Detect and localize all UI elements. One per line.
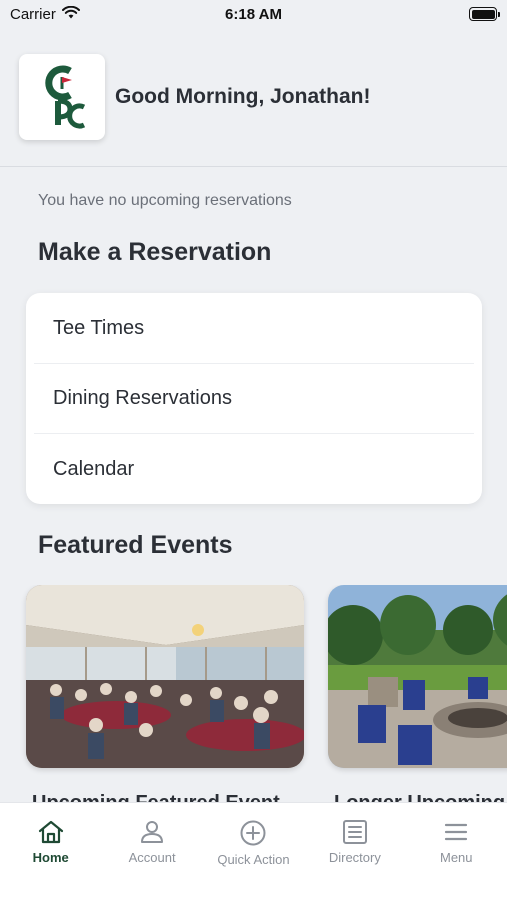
tee-times-item[interactable]: Tee Times (26, 293, 482, 364)
tab-bar: Home Account Quick Action Directory Menu (0, 802, 507, 900)
event-card-dining-room[interactable] (26, 585, 304, 768)
carrier-label: Carrier (10, 5, 56, 23)
menu-icon (445, 823, 468, 841)
reservation-options-card: Tee Times Dining Reservations Calendar (26, 293, 482, 504)
calendar-label: Calendar (53, 457, 135, 480)
status-left: Carrier (10, 5, 80, 23)
tab-home-label: Home (32, 850, 69, 865)
tab-home[interactable]: Home (1, 820, 101, 900)
tab-directory-label: Directory (328, 850, 381, 865)
event-card-fire-pit[interactable] (328, 585, 507, 768)
featured-events-carousel[interactable]: Upcoming Featured Event Longer Upcoming (0, 585, 507, 805)
make-reservation-title: Make a Reservation (38, 238, 272, 266)
event-photo-banquet (26, 585, 304, 768)
tee-times-label: Tee Times (53, 316, 145, 339)
tab-account-label: Account (128, 850, 176, 865)
tab-quick-action[interactable]: Quick Action (203, 820, 303, 900)
header: Good Morning, Jonathan! (0, 28, 507, 167)
calendar-item[interactable]: Calendar (26, 434, 482, 504)
wifi-icon (61, 5, 80, 23)
home-icon (38, 820, 63, 844)
club-logo (19, 54, 105, 140)
dining-reservations-item[interactable]: Dining Reservations (26, 364, 482, 435)
greeting-text: Good Morning, Jonathan! (115, 85, 371, 108)
status-bar: Carrier 6:18 AM (0, 0, 507, 28)
featured-events-title: Featured Events (38, 531, 233, 559)
no-reservations-message: You have no upcoming reservations (38, 192, 292, 209)
battery-icon (469, 7, 500, 21)
person-icon (141, 821, 164, 843)
tab-account[interactable]: Account (102, 820, 202, 900)
tab-menu-label: Menu (439, 850, 473, 865)
dining-reservations-label: Dining Reservations (53, 387, 232, 410)
tab-directory[interactable]: Directory (305, 820, 405, 900)
list-icon (342, 820, 367, 844)
plus-circle-icon (240, 820, 266, 846)
event-photo-patio (328, 585, 507, 768)
tab-menu[interactable]: Menu (406, 820, 506, 900)
tab-quick-action-label: Quick Action (217, 852, 290, 867)
club-logo-mark (45, 65, 86, 129)
